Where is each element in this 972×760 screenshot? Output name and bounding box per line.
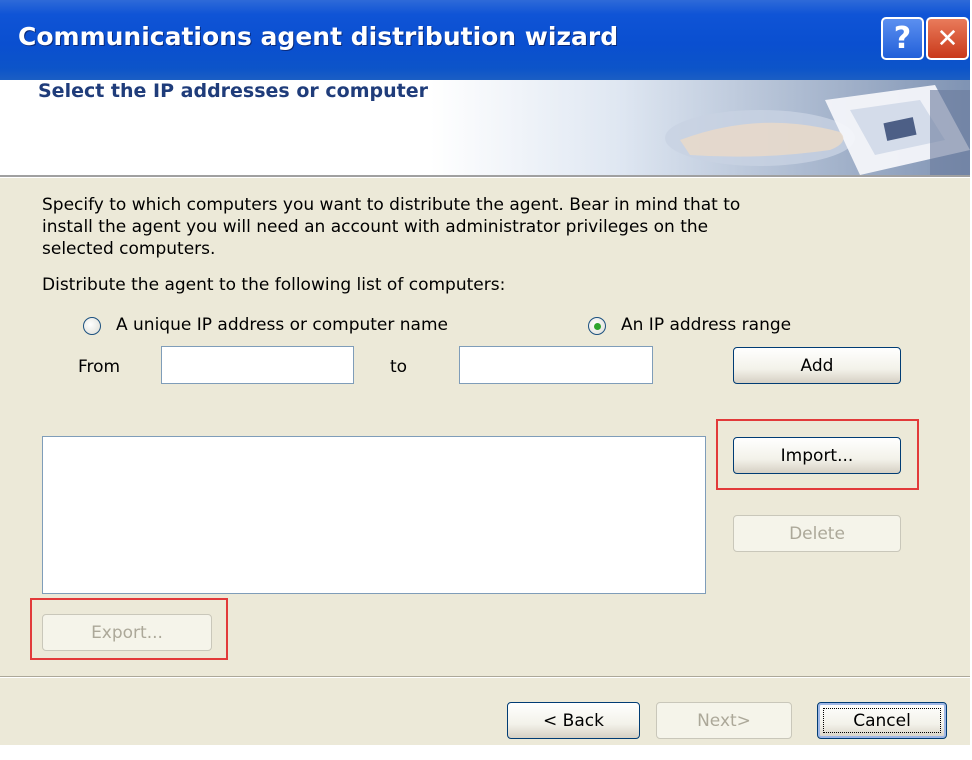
- unique-address-label[interactable]: A unique IP address or computer name: [116, 314, 448, 336]
- window-title: Communications agent distribution wizard: [18, 22, 619, 51]
- export-button[interactable]: Export...: [42, 614, 212, 651]
- ip-range-label[interactable]: An IP address range: [621, 314, 791, 336]
- add-button[interactable]: Add: [733, 347, 901, 384]
- computer-list[interactable]: [42, 436, 706, 594]
- import-button[interactable]: Import...: [733, 437, 901, 474]
- from-ip-input[interactable]: [161, 346, 354, 384]
- from-label: From: [78, 357, 121, 377]
- wizard-window: Communications agent distribution wizard…: [0, 0, 970, 745]
- description-line-3: selected computers.: [42, 239, 216, 259]
- radio-selected-dot: [594, 323, 601, 330]
- description-line-1: Specify to which computers you want to d…: [42, 195, 741, 215]
- close-icon: ✕: [936, 23, 959, 54]
- help-icon: ?: [893, 21, 912, 56]
- header-illustration-icon: [430, 80, 970, 175]
- unique-address-radio[interactable]: [83, 317, 101, 335]
- delete-button[interactable]: Delete: [733, 515, 901, 552]
- wizard-header: Select the IP addresses or computer name…: [0, 80, 970, 175]
- title-bar[interactable]: Communications agent distribution wizard…: [0, 0, 970, 80]
- footer-divider: [0, 676, 970, 678]
- ip-range-radio[interactable]: [588, 317, 606, 335]
- help-button[interactable]: ?: [881, 17, 924, 60]
- cancel-button[interactable]: Cancel: [817, 702, 947, 739]
- to-ip-input[interactable]: [459, 346, 653, 384]
- close-button[interactable]: ✕: [926, 17, 969, 60]
- description-line-2: install the agent you will need an accou…: [42, 217, 709, 237]
- next-button[interactable]: Next>: [656, 702, 792, 739]
- focus-ring: [823, 708, 941, 733]
- to-label: to: [390, 357, 408, 377]
- header-divider: [0, 175, 970, 178]
- list-label: Distribute the agent to the following li…: [42, 275, 506, 295]
- back-button[interactable]: < Back: [507, 702, 640, 739]
